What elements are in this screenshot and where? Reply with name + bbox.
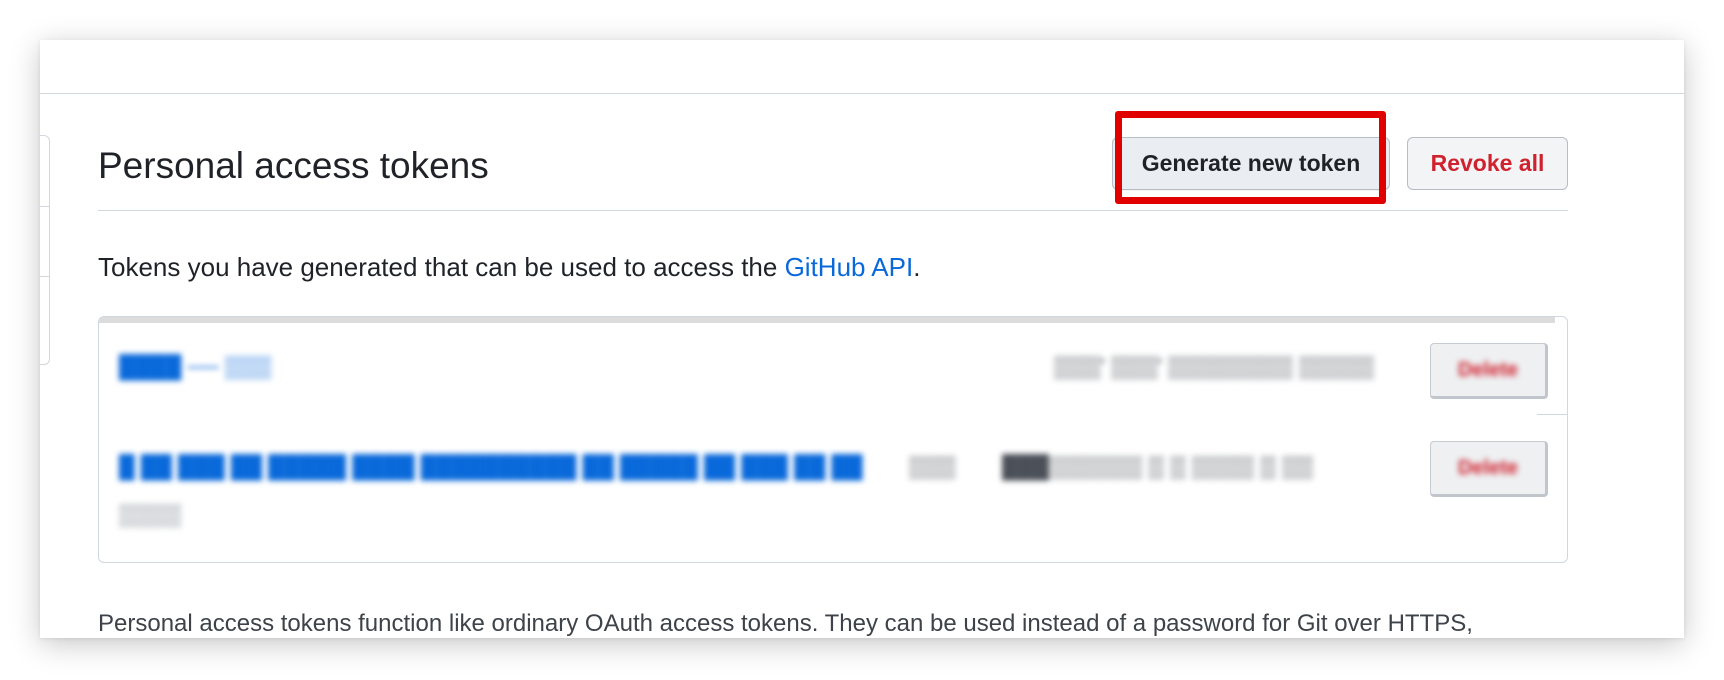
token-last-used: ▒▒▒' ▒▒▒' ▒▒▒▒▒▒▒▒ ▒▒▒▒▒▒▒▒ (1054, 354, 1374, 379)
sidebar-divider (40, 276, 49, 277)
tokens-description: Personal access tokens function like ord… (98, 610, 1473, 637)
token-delete-label: Delete (1457, 456, 1519, 479)
intro-text: Tokens you have generated that can be us… (98, 252, 920, 283)
github-api-link[interactable]: GitHub API (785, 252, 914, 282)
intro-text-prefix: Tokens you have generated that can be us… (98, 252, 785, 282)
top-header-strip (40, 40, 1684, 94)
row-divider (1537, 414, 1567, 415)
revoke-all-button[interactable]: Revoke all (1407, 137, 1568, 190)
token-expiry: ▒▒▒▒ (119, 502, 182, 527)
page-title: Personal access tokens (98, 145, 489, 186)
generate-new-token-button[interactable]: Generate new token (1112, 137, 1390, 190)
token-name-link[interactable]: ████ ── ▒▒▒ (119, 353, 279, 381)
token-list: ████ ── ▒▒▒ ▒▒▒' ▒▒▒' ▒▒▒▒▒▒▒▒ ▒▒▒▒▒▒▒▒ … (98, 316, 1568, 563)
sidebar-divider (40, 206, 49, 207)
token-name-link[interactable]: █ ██ ███ ██ █████ ████ ██████████ ██ ███… (119, 453, 879, 481)
token-delete-button[interactable]: Delete (1430, 441, 1548, 497)
token-delete-button[interactable]: Delete (1430, 343, 1548, 399)
token-last-used: ███▒▒▒▒▒▒ ▒ ▒ ▒▒▒▒ ▒ ▒▒ (1002, 454, 1314, 479)
token-scope: ▒▒▒ (909, 454, 956, 479)
settings-window: Personal access tokens Generate new toke… (40, 40, 1684, 638)
settings-sidebar-edge (40, 135, 50, 365)
token-delete-label: Delete (1457, 358, 1519, 381)
intro-text-suffix: . (913, 252, 921, 282)
title-divider (98, 210, 1568, 211)
token-list-top-bar (99, 317, 1555, 323)
